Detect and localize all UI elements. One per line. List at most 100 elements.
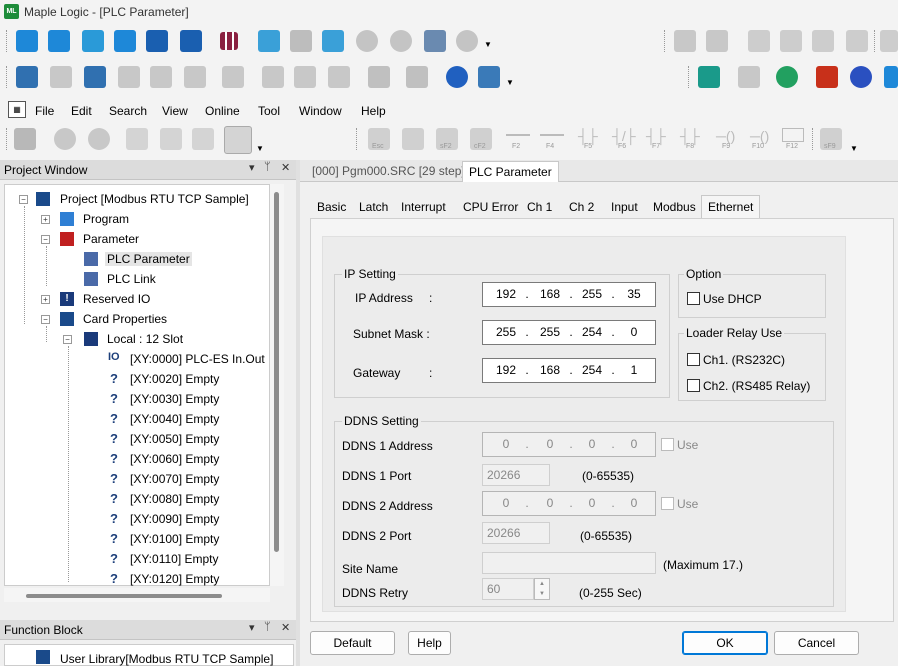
collapse-toggle[interactable]: − — [41, 315, 50, 324]
scrollbar-thumb[interactable] — [26, 594, 222, 598]
save-icon[interactable] — [146, 30, 168, 52]
tree-item-program[interactable]: Program — [83, 212, 129, 226]
tree-item-plc-parameter[interactable]: PLC Parameter — [105, 252, 192, 266]
export-icon[interactable] — [698, 66, 720, 88]
document-icon[interactable] — [82, 30, 104, 52]
tree-item-card-properties[interactable]: Card Properties — [83, 312, 167, 326]
contact-nc-icon[interactable]: ┤/├ — [612, 128, 636, 144]
globe-icon[interactable] — [446, 66, 468, 88]
vline-icon[interactable] — [540, 134, 564, 136]
add-program-icon[interactable] — [258, 30, 280, 52]
tab-cpu-error[interactable]: CPU Error — [459, 197, 522, 218]
run-icon[interactable] — [84, 66, 106, 88]
settings-icon[interactable] — [850, 66, 872, 88]
cut-icon[interactable] — [748, 30, 770, 52]
contact-n-icon[interactable]: ┤├ — [680, 128, 700, 144]
menu-view[interactable]: View — [162, 104, 188, 118]
hline-icon[interactable] — [506, 134, 530, 136]
tree-item-plc-link[interactable]: PLC Link — [107, 272, 156, 286]
close-icon[interactable]: ✕ — [281, 161, 290, 174]
ddns1-port-field[interactable]: 20266 — [482, 464, 550, 486]
chart-monitor-icon[interactable] — [478, 66, 500, 88]
ch1-checkbox[interactable] — [687, 353, 700, 366]
tab-latch[interactable]: Latch — [355, 197, 392, 218]
scrollbar-thumb[interactable] — [274, 192, 279, 552]
import-icon[interactable] — [114, 30, 136, 52]
use-dhcp-checkbox[interactable] — [687, 292, 700, 305]
tab-basic[interactable]: Basic — [313, 197, 350, 218]
coil-set-icon[interactable]: ─() — [750, 128, 769, 144]
close-icon[interactable]: ✕ — [281, 621, 290, 634]
tree-item-slot[interactable]: [XY:0120] Empty — [130, 572, 219, 586]
ddns2-port-field[interactable]: 20266 — [482, 522, 550, 544]
tab-ch1[interactable]: Ch 1 — [523, 197, 556, 218]
ip-address-field[interactable]: 192. 168. 255. 35 — [482, 282, 656, 307]
coil-icon[interactable]: ─() — [716, 128, 735, 144]
lock-icon[interactable] — [368, 66, 390, 88]
expand-toggle[interactable]: + — [41, 215, 50, 224]
ddns1-use-checkbox[interactable] — [661, 438, 674, 451]
collapse-toggle[interactable]: − — [63, 335, 72, 344]
copy-icon[interactable] — [780, 30, 802, 52]
tree-item-slot[interactable]: [XY:0080] Empty — [130, 492, 219, 506]
pin-icon[interactable]: ᛘ — [264, 161, 271, 173]
tab-input[interactable]: Input — [607, 197, 642, 218]
menu-search[interactable]: Search — [109, 104, 147, 118]
comment-icon[interactable] — [192, 128, 214, 150]
doc-menu-icon[interactable]: ▦ — [8, 101, 26, 118]
chevron-down-icon[interactable]: ▼ — [256, 144, 264, 153]
disconnect-icon[interactable] — [50, 66, 72, 88]
contact-p-icon[interactable]: ┤├ — [646, 128, 666, 144]
zoom-in-icon[interactable] — [54, 128, 76, 150]
info-icon[interactable] — [406, 66, 428, 88]
ddns-retry-field[interactable]: 60 — [482, 578, 534, 600]
tool-icon[interactable] — [880, 30, 898, 52]
ddns2-use-checkbox[interactable] — [661, 497, 674, 510]
subnet-mask-field[interactable]: 255. 255. 254. 0 — [482, 320, 656, 345]
tree-item-reserved-io[interactable]: Reserved IO — [83, 292, 150, 306]
ok-button[interactable]: OK — [682, 631, 768, 655]
menu-file[interactable]: File — [35, 104, 54, 118]
tab-pgm000[interactable]: [000] Pgm000.SRC [29 step] — [306, 161, 471, 181]
panel-menu-icon[interactable]: ▾ — [249, 161, 255, 174]
edit-icon[interactable] — [846, 30, 868, 52]
panel-menu-icon[interactable]: ▾ — [249, 621, 255, 634]
tree-item-slot[interactable]: [XY:0060] Empty — [130, 452, 219, 466]
tree-item-slot[interactable]: [XY:0040] Empty — [130, 412, 219, 426]
calc-icon[interactable] — [884, 66, 898, 88]
menu-online[interactable]: Online — [205, 104, 240, 118]
default-button[interactable]: Default — [310, 631, 395, 655]
menu-help[interactable]: Help — [361, 104, 386, 118]
print-icon[interactable] — [424, 30, 446, 52]
ladder-mode-icon[interactable] — [14, 128, 36, 150]
pen-icon[interactable] — [402, 128, 424, 150]
vc-icon[interactable] — [224, 126, 252, 154]
retry-spinner[interactable]: ▲ ▼ — [534, 578, 550, 600]
site-name-field[interactable] — [482, 552, 656, 574]
paste-icon[interactable] — [812, 30, 834, 52]
gateway-field[interactable]: 192. 168. 254. 1 — [482, 358, 656, 383]
window-icon[interactable] — [738, 66, 760, 88]
ddns2-address-field[interactable]: 0. 0. 0. 0 — [482, 491, 656, 516]
device-set-icon[interactable] — [294, 66, 316, 88]
upload-icon[interactable] — [390, 30, 412, 52]
help-button[interactable]: Help — [408, 631, 451, 655]
remove-program-icon[interactable] — [290, 30, 312, 52]
chevron-down-icon[interactable]: ▼ — [484, 40, 492, 49]
monitor-icon[interactable] — [118, 66, 140, 88]
grid-icon[interactable] — [220, 32, 238, 50]
tree-item-local-slot[interactable]: Local : 12 Slot — [107, 332, 183, 346]
function-icon[interactable] — [782, 128, 804, 142]
collapse-toggle[interactable]: − — [41, 235, 50, 244]
splitter[interactable] — [296, 160, 300, 666]
insert-row-icon[interactable] — [126, 128, 148, 150]
zoom-out-icon[interactable] — [88, 128, 110, 150]
collapse-toggle[interactable]: − — [19, 195, 28, 204]
device-icon[interactable] — [262, 66, 284, 88]
shuffle-icon[interactable] — [776, 66, 798, 88]
tree-item-slot[interactable]: [XY:0020] Empty — [130, 372, 219, 386]
chevron-down-icon[interactable]: ▼ — [506, 78, 514, 87]
tree-item-slot[interactable]: [XY:0050] Empty — [130, 432, 219, 446]
tree-item-slot[interactable]: [XY:0110] Empty — [130, 552, 219, 566]
open-project-icon[interactable] — [48, 30, 70, 52]
